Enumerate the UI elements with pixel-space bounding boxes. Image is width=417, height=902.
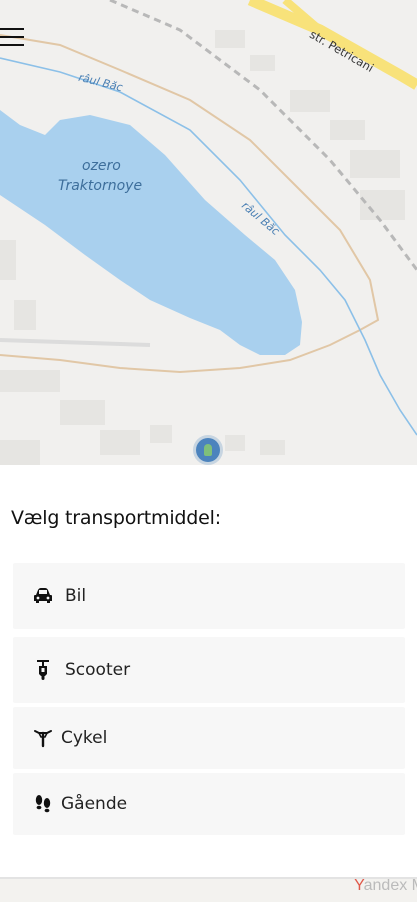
- transport-option-bicycle[interactable]: Cykel: [13, 707, 405, 769]
- footprints-icon: [33, 794, 53, 814]
- map-graphics: [0, 0, 417, 465]
- lake-label: ozero: [82, 158, 121, 174]
- attribution-text: andex M: [363, 877, 417, 894]
- map-attribution[interactable]: Yandex M: [354, 877, 417, 895]
- menu-icon[interactable]: [0, 26, 26, 50]
- attribution-prefix: Y: [354, 877, 364, 894]
- lake-label: Traktornoye: [58, 178, 143, 194]
- option-label: Gående: [61, 794, 128, 814]
- panel-title: Vælg transportmiddel:: [11, 507, 221, 529]
- option-label: Scooter: [65, 660, 131, 680]
- scooter-icon: [33, 660, 53, 680]
- map-view[interactable]: râul Băc râul Băc ozero Traktornoye str.…: [0, 0, 417, 465]
- user-location-marker[interactable]: [196, 438, 220, 462]
- map-attribution-strip: Yandex M: [0, 877, 417, 902]
- option-label: Cykel: [61, 728, 108, 748]
- car-icon: [33, 586, 53, 606]
- transport-panel: Vælg transportmiddel: Bil Scooter Cykel …: [0, 465, 417, 877]
- transport-option-car[interactable]: Bil: [13, 563, 405, 629]
- option-label: Bil: [65, 586, 87, 606]
- transport-option-scooter[interactable]: Scooter: [13, 637, 405, 703]
- bicycle-icon: [33, 728, 53, 748]
- transport-option-walking[interactable]: Gående: [13, 773, 405, 835]
